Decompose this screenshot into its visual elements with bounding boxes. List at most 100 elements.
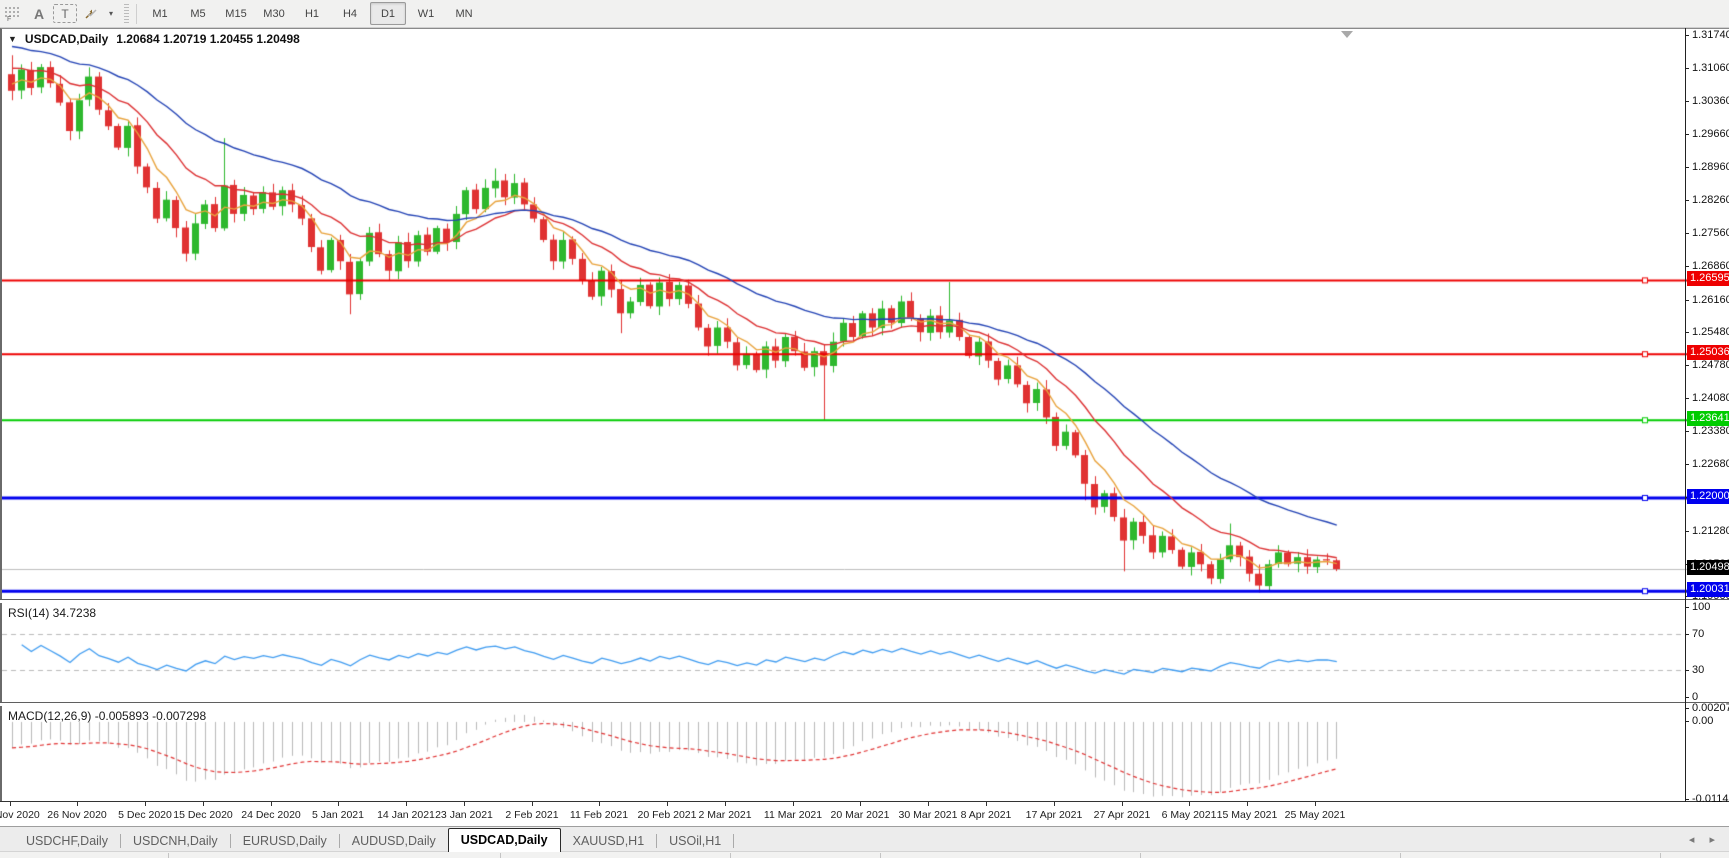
date-axis-tick	[203, 802, 204, 806]
rsi-axis-label: 30	[1692, 664, 1704, 676]
date-axis-tick	[532, 802, 533, 806]
scrollbar-segment-mark	[880, 853, 881, 858]
scrollbar-segment-mark	[500, 853, 501, 858]
macd-pane[interactable]: MACD(12,26,9) -0.005893 -0.007298	[0, 706, 1729, 801]
timeframe-button-d1[interactable]: D1	[370, 2, 406, 25]
price-axis-tick	[1685, 233, 1689, 234]
tab-scroll-arrows[interactable]: ◂ ▸	[1689, 833, 1721, 846]
price-axis-tick	[1685, 35, 1689, 36]
date-axis-label: 27 Apr 2021	[1094, 809, 1151, 821]
price-axis-label: 1.22680	[1692, 458, 1729, 470]
rsi-pane[interactable]: RSI(14) 34.7238	[0, 603, 1729, 702]
scrollbar-segment-mark	[730, 853, 731, 858]
date-axis-tick	[406, 802, 407, 806]
date-axis-tick	[793, 802, 794, 806]
date-axis-tick	[1247, 802, 1248, 806]
date-axis-tick	[1054, 802, 1055, 806]
price-axis-label: 1.29660	[1692, 128, 1729, 140]
date-axis-tick	[986, 802, 987, 806]
toolbar-drag-handle[interactable]	[124, 4, 129, 24]
price-axis-label: 1.26160	[1692, 294, 1729, 306]
chart-tab-usdcad[interactable]: USDCAD,Daily	[448, 828, 561, 852]
price-axis-tick	[1685, 332, 1689, 333]
price-axis-tick	[1685, 365, 1689, 366]
chart-title: ▼ USDCAD,Daily 1.20684 1.20719 1.20455 1…	[8, 32, 300, 46]
object-arrows-icon[interactable]	[79, 2, 103, 25]
chart-symbol-label: USDCAD,Daily	[25, 32, 108, 46]
price-axis-tick	[1685, 134, 1689, 135]
date-axis-tick	[145, 802, 146, 806]
date-axis-label: 24 Dec 2020	[241, 809, 301, 821]
date-axis-tick	[1122, 802, 1123, 806]
date-axis-label: 25 May 2021	[1285, 809, 1346, 821]
date-axis-label: 11 Feb 2021	[570, 809, 628, 821]
scrollbar-segment-mark	[1660, 853, 1661, 858]
price-axis-tick	[1685, 531, 1689, 532]
date-axis-label: 23 Jan 2021	[435, 809, 493, 821]
date-axis-label: 26 Nov 2020	[47, 809, 107, 821]
macd-axis-tick	[1685, 708, 1689, 709]
date-axis-label: 11 Mar 2021	[764, 809, 822, 821]
rsi-axis-label: 70	[1692, 628, 1704, 640]
price-tag: 1.22000	[1687, 489, 1729, 504]
price-axis-tick	[1685, 398, 1689, 399]
timeframe-button-m30[interactable]: M30	[256, 2, 292, 25]
price-axis-label: 1.25480	[1692, 326, 1729, 338]
macd-axis-label: 0.00	[1692, 715, 1713, 727]
price-tag: 1.26595	[1687, 271, 1729, 286]
macd-axis-tick	[1685, 721, 1689, 722]
date-axis-label: 14 Jan 2021	[377, 809, 435, 821]
macd-axis-label: 0.002074	[1692, 702, 1729, 714]
timeframe-button-mn[interactable]: MN	[446, 2, 482, 25]
rsi-label: RSI(14) 34.7238	[8, 606, 96, 620]
timeframe-button-m1[interactable]: M1	[142, 2, 178, 25]
price-chart-canvas[interactable]	[2, 29, 1687, 600]
date-axis-label: 15 Dec 2020	[173, 809, 233, 821]
price-axis-label: 1.23380	[1692, 425, 1729, 437]
top-toolbar: F A T ▾ M1M5M15M30H1H4D1W1MN	[0, 0, 1729, 28]
svg-text:F: F	[7, 16, 11, 22]
price-axis-label: 1.28960	[1692, 161, 1729, 173]
date-axis-tick	[860, 802, 861, 806]
chart-tab-usdchf[interactable]: USDCHF,Daily	[14, 830, 120, 852]
chart-tab-eurusd[interactable]: EURUSD,Daily	[231, 830, 339, 852]
price-axis-label: 1.28260	[1692, 194, 1729, 206]
chart-tab-audusd[interactable]: AUDUSD,Daily	[340, 830, 448, 852]
scrollbar-segment-mark	[1400, 853, 1401, 858]
text-label-icon[interactable]: T	[53, 4, 77, 23]
date-axis-label: 15 May 2021	[1217, 809, 1278, 821]
bottom-scrollbar[interactable]	[0, 851, 1729, 858]
date-axis-tick	[599, 802, 600, 806]
font-icon[interactable]: A	[27, 2, 51, 25]
chart-shift-marker-icon[interactable]	[1341, 31, 1353, 38]
chart-tab-xauusd[interactable]: XAUUSD,H1	[561, 830, 657, 852]
rsi-canvas[interactable]	[2, 603, 1687, 702]
date-axis-tick	[1315, 802, 1316, 806]
tab-separator	[733, 834, 734, 848]
chart-tab-usdcnh[interactable]: USDCNH,Daily	[121, 830, 230, 852]
symbol-dropdown-caret-icon[interactable]: ▼	[8, 34, 17, 44]
timeframe-button-h1[interactable]: H1	[294, 2, 330, 25]
price-axis-tick	[1685, 300, 1689, 301]
dotted-grid-icon[interactable]: F	[1, 2, 25, 25]
macd-canvas[interactable]	[2, 706, 1687, 801]
timeframe-button-w1[interactable]: W1	[408, 2, 444, 25]
date-axis-label: 5 Jan 2021	[312, 809, 364, 821]
toolbar-dropdown-caret-icon[interactable]: ▾	[105, 2, 117, 25]
timeframe-button-group: M1M5M15M30H1H4D1W1MN	[141, 2, 483, 25]
date-axis[interactable]: 17 Nov 202026 Nov 20205 Dec 202015 Dec 2…	[0, 802, 1729, 826]
price-tag: 1.25036	[1687, 345, 1729, 360]
price-axis-tick	[1685, 431, 1689, 432]
main-chart-pane[interactable]	[0, 28, 1729, 600]
price-axis-tick	[1685, 464, 1689, 465]
timeframe-button-m5[interactable]: M5	[180, 2, 216, 25]
timeframe-button-m15[interactable]: M15	[218, 2, 254, 25]
price-axis-label: 1.31740	[1692, 29, 1729, 41]
chart-ohlc-values: 1.20684 1.20719 1.20455 1.20498	[116, 32, 300, 46]
timeframe-button-h4[interactable]: H4	[332, 2, 368, 25]
price-axis-label: 1.27560	[1692, 227, 1729, 239]
date-axis-label: 6 May 2021	[1162, 809, 1217, 821]
chart-tab-usoil[interactable]: USOil,H1	[657, 830, 733, 852]
scrollbar-segment-mark	[168, 853, 169, 858]
date-axis-tick	[928, 802, 929, 806]
